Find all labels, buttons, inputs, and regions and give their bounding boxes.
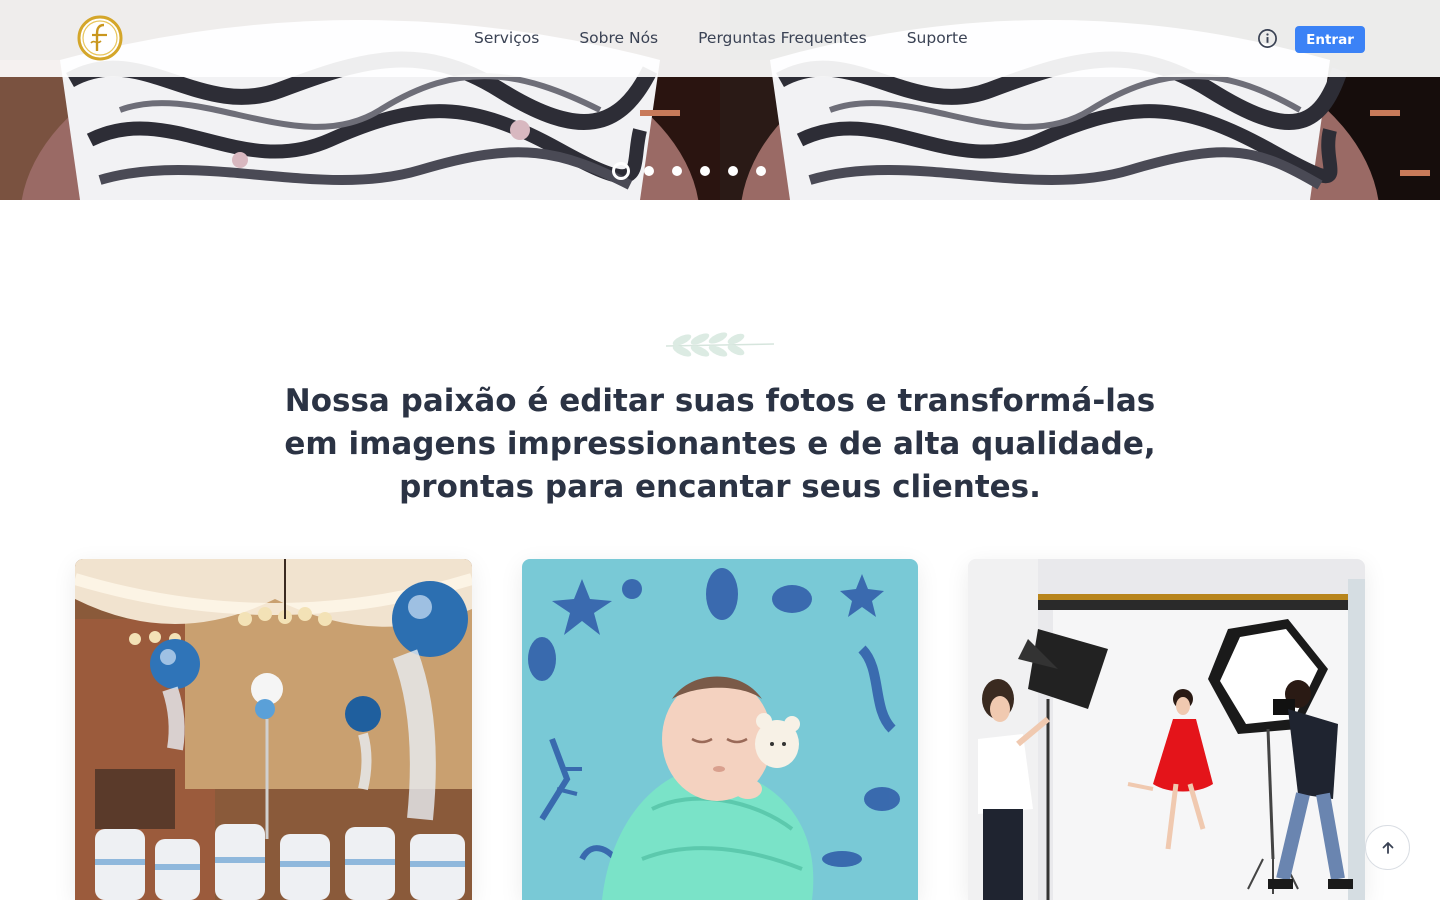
slider-dot[interactable] bbox=[756, 166, 766, 176]
info-circle-icon[interactable] bbox=[1257, 28, 1278, 49]
nav-link-sobre-nos[interactable]: Sobre Nós bbox=[579, 27, 658, 49]
scroll-to-top-button[interactable] bbox=[1365, 825, 1410, 870]
login-button[interactable]: Entrar bbox=[1295, 26, 1365, 53]
arrow-up-icon bbox=[1382, 841, 1393, 854]
main-nav: Serviços Sobre Nós Perguntas Frequentes … bbox=[474, 27, 1008, 49]
slider-dot[interactable] bbox=[612, 162, 630, 180]
slider-dot[interactable] bbox=[672, 166, 682, 176]
photo-studio-image bbox=[968, 559, 1365, 900]
logo[interactable] bbox=[77, 15, 123, 61]
nav-link-servicos[interactable]: Serviços bbox=[474, 27, 539, 49]
service-card-events[interactable] bbox=[75, 559, 472, 900]
slider-dot[interactable] bbox=[700, 166, 710, 176]
service-card-studio[interactable] bbox=[968, 559, 1365, 900]
nav-link-suporte[interactable]: Suporte bbox=[907, 27, 968, 49]
slider-dot[interactable] bbox=[728, 166, 738, 176]
nav-link-perguntas-frequentes[interactable]: Perguntas Frequentes bbox=[698, 27, 867, 49]
leaf-branch-icon bbox=[665, 332, 775, 357]
site-header: Serviços Sobre Nós Perguntas Frequentes … bbox=[0, 0, 1440, 77]
slider-pagination bbox=[612, 162, 784, 180]
slider-dot[interactable] bbox=[644, 166, 654, 176]
section-headline: Nossa paixão é editar suas fotos e trans… bbox=[284, 383, 1156, 505]
service-card-newborn[interactable] bbox=[522, 559, 918, 900]
newborn-image bbox=[522, 559, 918, 900]
event-hall-image bbox=[75, 559, 472, 900]
